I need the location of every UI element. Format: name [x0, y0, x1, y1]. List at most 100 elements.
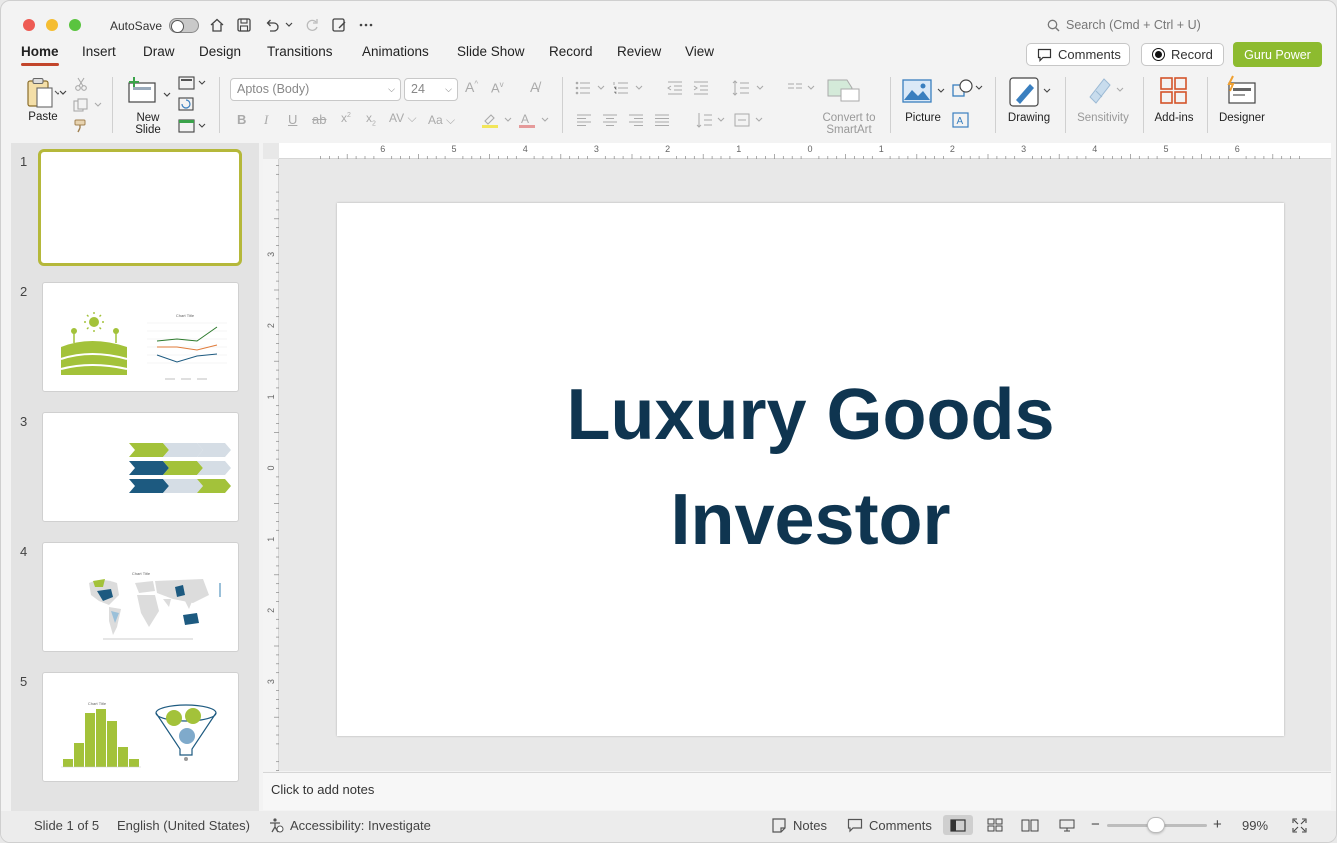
horizontal-ruler[interactable]: 6 5 4 3 2 1 0 1 2 3 4 5 6	[279, 143, 1331, 159]
section-icon[interactable]	[178, 119, 208, 136]
subscript-icon[interactable]: x2	[366, 111, 376, 127]
layout-icon[interactable]	[178, 76, 208, 93]
font-name-combo[interactable]: Aptos (Body) ⌵	[230, 78, 401, 101]
tab-view[interactable]: View	[685, 44, 714, 59]
slide-thumbnail-5[interactable]: Chart Title	[42, 672, 239, 782]
slide-thumbnail-3[interactable]	[42, 412, 239, 522]
slide-show-button[interactable]	[1052, 815, 1082, 835]
close-window-button[interactable]	[23, 19, 35, 31]
save-icon[interactable]	[234, 15, 254, 35]
normal-view-button[interactable]	[943, 815, 973, 835]
character-spacing-icon[interactable]: AV ⌵	[389, 111, 417, 126]
text-box-icon[interactable]: A	[952, 112, 970, 131]
redo-icon[interactable]	[302, 15, 322, 35]
accessibility-status[interactable]: Accessibility: Investigate	[290, 818, 431, 833]
undo-icon[interactable]	[262, 15, 282, 35]
cut-icon[interactable]	[74, 77, 88, 94]
italic-icon[interactable]: I	[264, 112, 268, 128]
zoom-out-icon[interactable]: −	[1091, 816, 1100, 833]
ruler-label: 6	[1235, 144, 1240, 154]
new-slide-icon[interactable]	[127, 76, 159, 107]
slide-thumbnail-1[interactable]	[38, 149, 242, 266]
autosave-toggle[interactable]	[169, 18, 199, 33]
language-indicator[interactable]: English (United States)	[117, 818, 250, 833]
align-right-icon[interactable]	[628, 114, 644, 129]
maximize-window-button[interactable]	[69, 19, 81, 31]
home-icon[interactable]	[207, 15, 227, 35]
line-spacing-icon[interactable]	[732, 80, 766, 99]
search-box[interactable]: Search (Cmd + Ctrl + U)	[1047, 18, 1201, 32]
slide-title-placeholder[interactable]: Luxury Goods Investor	[337, 363, 1284, 573]
paste-options-chevron-icon[interactable]	[59, 85, 67, 99]
undo-dropdown-chevron-icon[interactable]	[282, 15, 296, 35]
designer-icon[interactable]	[1225, 75, 1259, 108]
fit-to-window-icon[interactable]	[1292, 818, 1307, 836]
change-case-icon[interactable]: Aa ⌵	[428, 113, 455, 128]
minimize-window-button[interactable]	[46, 19, 58, 31]
notes-toggle-label[interactable]: Notes	[793, 818, 827, 833]
tab-review[interactable]: Review	[617, 44, 661, 59]
numbering-icon[interactable]	[613, 81, 647, 98]
decrease-font-size-icon[interactable]: Av	[491, 80, 504, 95]
new-slide-chevron-icon[interactable]	[163, 87, 171, 101]
zoom-level[interactable]: 99%	[1242, 818, 1268, 833]
record-button-label: Record	[1171, 47, 1213, 62]
format-painter-icon[interactable]	[74, 119, 90, 136]
reset-slide-icon[interactable]	[178, 97, 194, 114]
tab-home[interactable]: Home	[21, 44, 59, 59]
reading-view-button[interactable]	[1015, 815, 1045, 835]
guru-power-button[interactable]: Guru Power	[1233, 42, 1322, 67]
picture-icon[interactable]	[902, 78, 946, 107]
increase-indent-icon[interactable]	[693, 81, 709, 98]
slide-thumbnail-2[interactable]: Chart Title	[42, 282, 239, 392]
comments-button[interactable]: Comments	[1026, 43, 1130, 66]
bullets-icon[interactable]	[575, 81, 609, 98]
decrease-indent-icon[interactable]	[667, 81, 683, 98]
convert-to-smartart-icon[interactable]	[827, 77, 861, 106]
slide-thumbnail-4[interactable]: Chart Title	[42, 542, 239, 652]
text-direction-icon[interactable]	[696, 112, 728, 131]
highlight-icon[interactable]	[481, 111, 513, 132]
notes-pane[interactable]: Click to add notes	[263, 772, 1331, 810]
strikethrough-icon[interactable]: ab	[312, 112, 326, 127]
save-as-icon[interactable]	[329, 15, 349, 35]
shapes-icon[interactable]	[951, 79, 985, 102]
tab-record[interactable]: Record	[549, 44, 593, 59]
align-center-icon[interactable]	[602, 114, 618, 129]
vertical-ruler[interactable]: 3 2 1 0 1 2 3	[263, 159, 279, 771]
underline-icon[interactable]: U	[288, 112, 297, 127]
tab-transitions[interactable]: Transitions	[267, 44, 333, 59]
slide-thumbnail-panel[interactable]: 1 2 Chart Title 3 4 Chart Title 5 Chart …	[11, 143, 259, 811]
comments-toggle-label[interactable]: Comments	[869, 818, 932, 833]
align-left-icon[interactable]	[576, 114, 592, 129]
columns-icon[interactable]	[787, 81, 819, 98]
superscript-icon[interactable]: x2	[341, 111, 351, 125]
tab-slide-show[interactable]: Slide Show	[457, 44, 525, 59]
paste-icon[interactable]	[25, 77, 62, 112]
zoom-in-icon[interactable]: +	[1213, 816, 1222, 833]
bold-icon[interactable]: B	[237, 112, 246, 127]
justify-icon[interactable]	[654, 114, 670, 129]
tab-insert[interactable]: Insert	[82, 44, 116, 59]
clear-formatting-icon[interactable]: A̸	[530, 79, 539, 95]
zoom-slider-handle[interactable]	[1147, 817, 1165, 833]
drawing-icon[interactable]	[1008, 76, 1052, 111]
notes-toggle-icon[interactable]	[771, 818, 787, 836]
increase-font-size-icon[interactable]: A^	[465, 79, 478, 95]
tab-draw[interactable]: Draw	[143, 44, 175, 59]
more-options-icon[interactable]	[356, 15, 376, 35]
copy-icon[interactable]	[73, 98, 103, 115]
comments-button-label: Comments	[1058, 47, 1121, 62]
tab-design[interactable]: Design	[199, 44, 241, 59]
add-ins-icon[interactable]	[1159, 76, 1189, 109]
slide-sorter-button[interactable]	[980, 815, 1010, 835]
comments-toggle-icon[interactable]	[847, 818, 863, 836]
align-text-icon[interactable]	[734, 112, 766, 131]
current-slide[interactable]: Luxury Goods Investor	[337, 203, 1284, 736]
record-button[interactable]: Record	[1141, 43, 1224, 66]
tab-animations[interactable]: Animations	[362, 44, 429, 59]
font-color-icon[interactable]: A	[518, 111, 550, 132]
font-size-combo[interactable]: 24 ⌵	[404, 78, 458, 101]
sensitivity-icon[interactable]	[1086, 75, 1126, 108]
accessibility-icon[interactable]	[268, 817, 284, 836]
